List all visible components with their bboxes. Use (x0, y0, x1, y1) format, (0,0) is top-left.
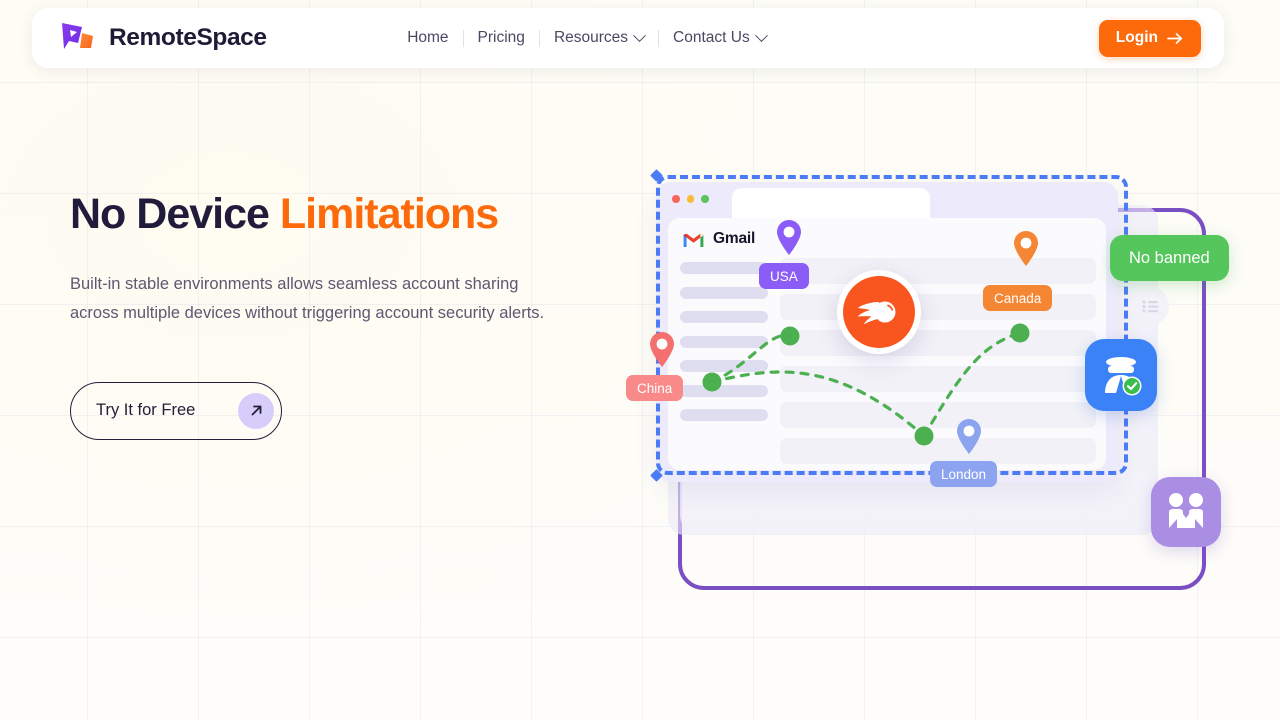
team-badge (1151, 477, 1221, 547)
incognito-badge (1085, 339, 1157, 411)
incognito-spy-icon (1105, 357, 1142, 396)
nav-item-pricing[interactable]: Pricing (464, 29, 539, 47)
comet-icon (843, 276, 915, 348)
arrow-right-icon (1167, 32, 1183, 44)
map-pin-london-icon (954, 417, 984, 455)
arrow-up-right-icon (238, 392, 274, 429)
navbar: RemoteSpace Home Pricing Resources Conta… (32, 8, 1224, 68)
headline-primary: No Device (70, 190, 280, 238)
location-pill-london[interactable]: London (930, 461, 998, 487)
nav-item-resources-label: Resources (553, 29, 629, 46)
location-label-china: China (637, 380, 673, 396)
status-badge-label: No banned (1129, 248, 1210, 267)
status-badge-no-banned: No banned (1110, 235, 1229, 281)
center-brand-badge (837, 270, 921, 354)
location-label-usa: USA (770, 268, 798, 284)
location-pill-china[interactable]: China (626, 375, 684, 401)
location-pill-usa[interactable]: USA (759, 263, 809, 289)
nav-item-pricing-label: Pricing (477, 29, 525, 46)
headline-accent: Limitations (279, 190, 499, 238)
try-it-for-free-button[interactable]: Try It for Free (70, 381, 282, 440)
login-button-label: Login (1115, 29, 1158, 46)
location-label-london: London (941, 466, 987, 482)
list-menu-icon[interactable] (1131, 287, 1169, 325)
cursor-arrow-logo-icon (56, 21, 98, 55)
brand-name: RemoteSpace (109, 24, 267, 51)
hero-section: No Device Limitations Built-in stable en… (70, 190, 590, 440)
map-pin-usa-icon (774, 218, 804, 256)
cta-label: Try It for Free (96, 401, 196, 420)
login-button[interactable]: Login (1098, 19, 1201, 57)
nav-item-contact-us-label: Contact Us (673, 29, 750, 46)
map-pin-canada-icon (1011, 229, 1041, 267)
location-label-canada: Canada (994, 290, 1042, 306)
hero-illustration: Gmail USA Canada China London No banned (626, 150, 1250, 590)
chevron-down-icon (754, 28, 768, 42)
hero-subtitle: Built-in stable environments allows seam… (70, 275, 545, 323)
nav-item-contact-us[interactable]: Contact Us (659, 28, 780, 47)
people-handshake-icon (1169, 493, 1203, 528)
page-title: No Device Limitations (70, 190, 590, 238)
nav-item-home-label: Home (407, 29, 449, 46)
nav-item-home[interactable]: Home (393, 29, 462, 47)
location-pill-canada[interactable]: Canada (983, 285, 1053, 311)
nav-links: Home Pricing Resources Contact Us (393, 28, 780, 47)
nav-item-resources[interactable]: Resources (540, 28, 658, 47)
map-pin-china-icon (647, 330, 677, 368)
chevron-down-icon (633, 28, 646, 42)
brand-logo[interactable]: RemoteSpace (56, 21, 267, 55)
